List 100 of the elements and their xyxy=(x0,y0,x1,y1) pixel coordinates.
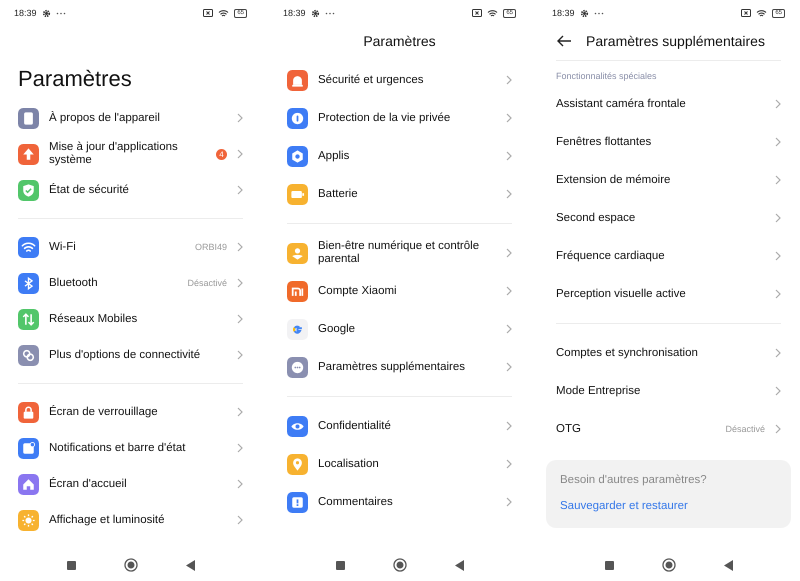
home-icon[interactable] xyxy=(392,558,406,572)
recent-apps-icon[interactable] xyxy=(66,560,76,570)
settings-row[interactable]: Plus d'options de connectivité xyxy=(18,337,243,373)
row-label: OTG xyxy=(556,422,582,436)
settings-row[interactable]: Localisation xyxy=(287,445,512,483)
chevron-icon xyxy=(775,386,781,396)
chevron-icon xyxy=(775,137,781,147)
chevron-icon xyxy=(237,443,243,453)
row-label: Localisation xyxy=(318,458,380,470)
back-icon[interactable] xyxy=(724,560,732,570)
row-label: Réseaux Mobiles xyxy=(49,312,138,326)
chevron-icon xyxy=(237,242,243,252)
settings-row[interactable]: Écran d'accueil xyxy=(18,466,243,502)
home-icon[interactable] xyxy=(124,558,138,572)
settings-row[interactable]: Extension de mémoire xyxy=(556,161,781,199)
home-icon[interactable] xyxy=(662,558,676,572)
chevron-icon xyxy=(775,251,781,261)
settings-row[interactable]: Paramètres supplémentaires xyxy=(287,348,512,386)
status-time: 18:39 xyxy=(283,8,306,18)
row-label: Perception visuelle active xyxy=(556,288,687,300)
row-value: Désactivé xyxy=(725,424,765,434)
page-title: Paramètres supplémentaires xyxy=(586,33,765,49)
chevron-icon xyxy=(775,348,781,358)
settings-row[interactable]: OTG Désactivé xyxy=(556,410,781,448)
chevron-icon xyxy=(506,248,512,258)
chevron-icon xyxy=(506,324,512,334)
settings-row[interactable]: Assistant caméra frontale xyxy=(556,85,781,123)
settings-row[interactable]: Bien-être numérique et contrôle parental xyxy=(287,234,512,272)
recent-apps-icon[interactable] xyxy=(604,560,614,570)
row-label: Mode Entreprise xyxy=(556,384,642,398)
row-label: Écran d'accueil xyxy=(49,478,128,490)
settings-row[interactable]: Mode Entreprise xyxy=(556,372,781,410)
row-label: À propos de l'appareil xyxy=(49,112,161,124)
settings-row[interactable]: Affichage et luminosité xyxy=(18,502,243,538)
chevron-icon xyxy=(775,99,781,109)
recent-apps-icon[interactable] xyxy=(336,560,344,570)
wifi-icon xyxy=(487,8,498,18)
settings-row[interactable]: Sécurité et urgences xyxy=(287,61,512,99)
settings-row[interactable]: Wi-Fi ORBI49 xyxy=(18,229,243,265)
settings-row[interactable]: Mise à jour d'applications système 4 xyxy=(18,136,243,172)
row-label: Plus d'options de connectivité xyxy=(49,348,202,362)
count-badge: 4 xyxy=(216,148,227,160)
settings-row[interactable]: Bluetooth Désactivé xyxy=(18,265,243,301)
gear-icon xyxy=(580,8,589,18)
chevron-icon xyxy=(506,151,512,161)
card-title: Besoin d'autres paramètres? xyxy=(560,474,707,486)
row-label: État de sécurité xyxy=(49,184,130,196)
row-label: Affichage et luminosité xyxy=(49,514,166,526)
more-dots-icon xyxy=(324,12,335,14)
settings-row[interactable]: Notifications et barre d'état xyxy=(18,430,243,466)
settings-row[interactable]: Fenêtres flottantes xyxy=(556,123,781,161)
chevron-icon xyxy=(506,362,512,372)
row-label: Applis xyxy=(318,150,350,162)
row-label: Compte Xiaomi xyxy=(318,284,398,298)
more-dots-icon xyxy=(594,12,604,14)
row-label: Confidentialité xyxy=(318,420,392,432)
row-label: Protection de la vie privée xyxy=(318,112,452,124)
chevron-icon xyxy=(506,75,512,85)
row-label: Sécurité et urgences xyxy=(318,74,424,86)
row-label: Écran de verrouillage xyxy=(49,406,159,418)
settings-row[interactable]: Fréquence cardiaque xyxy=(556,237,781,275)
chevron-icon xyxy=(775,213,781,223)
chevron-icon xyxy=(775,175,781,185)
row-label: Fréquence cardiaque xyxy=(556,250,666,262)
card-link[interactable]: Sauvegarder et restaurer xyxy=(560,500,688,512)
back-arrow-icon[interactable] xyxy=(556,35,572,47)
settings-row[interactable]: Google xyxy=(287,310,512,348)
wifi-icon xyxy=(756,8,768,18)
settings-row[interactable]: Compte Xiaomi xyxy=(287,272,512,310)
chevron-icon xyxy=(506,421,512,431)
chevron-icon xyxy=(237,407,243,417)
chevron-icon xyxy=(237,149,243,159)
settings-row[interactable]: À propos de l'appareil xyxy=(18,100,243,136)
row-label: Notifications et barre d'état xyxy=(49,442,186,454)
row-value: Désactivé xyxy=(187,278,227,288)
settings-row[interactable]: Réseaux Mobiles xyxy=(18,301,243,337)
settings-row[interactable]: Applis xyxy=(287,137,512,175)
row-label: Bien-être numérique et contrôle parental xyxy=(318,240,480,266)
settings-row[interactable]: Confidentialité xyxy=(287,407,512,445)
back-icon[interactable] xyxy=(454,560,464,570)
row-label: Second espace xyxy=(556,212,636,224)
settings-row[interactable]: Batterie xyxy=(287,175,512,213)
settings-row[interactable]: Second espace xyxy=(556,199,781,237)
settings-row[interactable]: Écran de verrouillage xyxy=(18,394,243,430)
row-label: Fenêtres flottantes xyxy=(556,136,652,148)
row-label: Extension de mémoire xyxy=(556,174,672,186)
settings-row[interactable]: Protection de la vie privée xyxy=(287,99,512,137)
row-label: Google xyxy=(318,322,356,336)
settings-row[interactable]: Comptes et synchronisation xyxy=(556,334,781,372)
status-time: 18:39 xyxy=(14,8,37,18)
settings-row[interactable]: Perception visuelle active xyxy=(556,275,781,313)
row-label: Assistant caméra frontale xyxy=(556,98,687,110)
row-label: Bluetooth xyxy=(49,276,99,290)
settings-row[interactable]: Commentaires xyxy=(287,483,512,521)
gear-icon xyxy=(42,8,51,18)
chevron-icon xyxy=(506,459,512,469)
row-label: Comptes et synchronisation xyxy=(556,346,699,360)
no-sim-icon xyxy=(741,9,752,17)
back-icon[interactable] xyxy=(186,560,194,570)
settings-row[interactable]: État de sécurité xyxy=(18,172,243,208)
